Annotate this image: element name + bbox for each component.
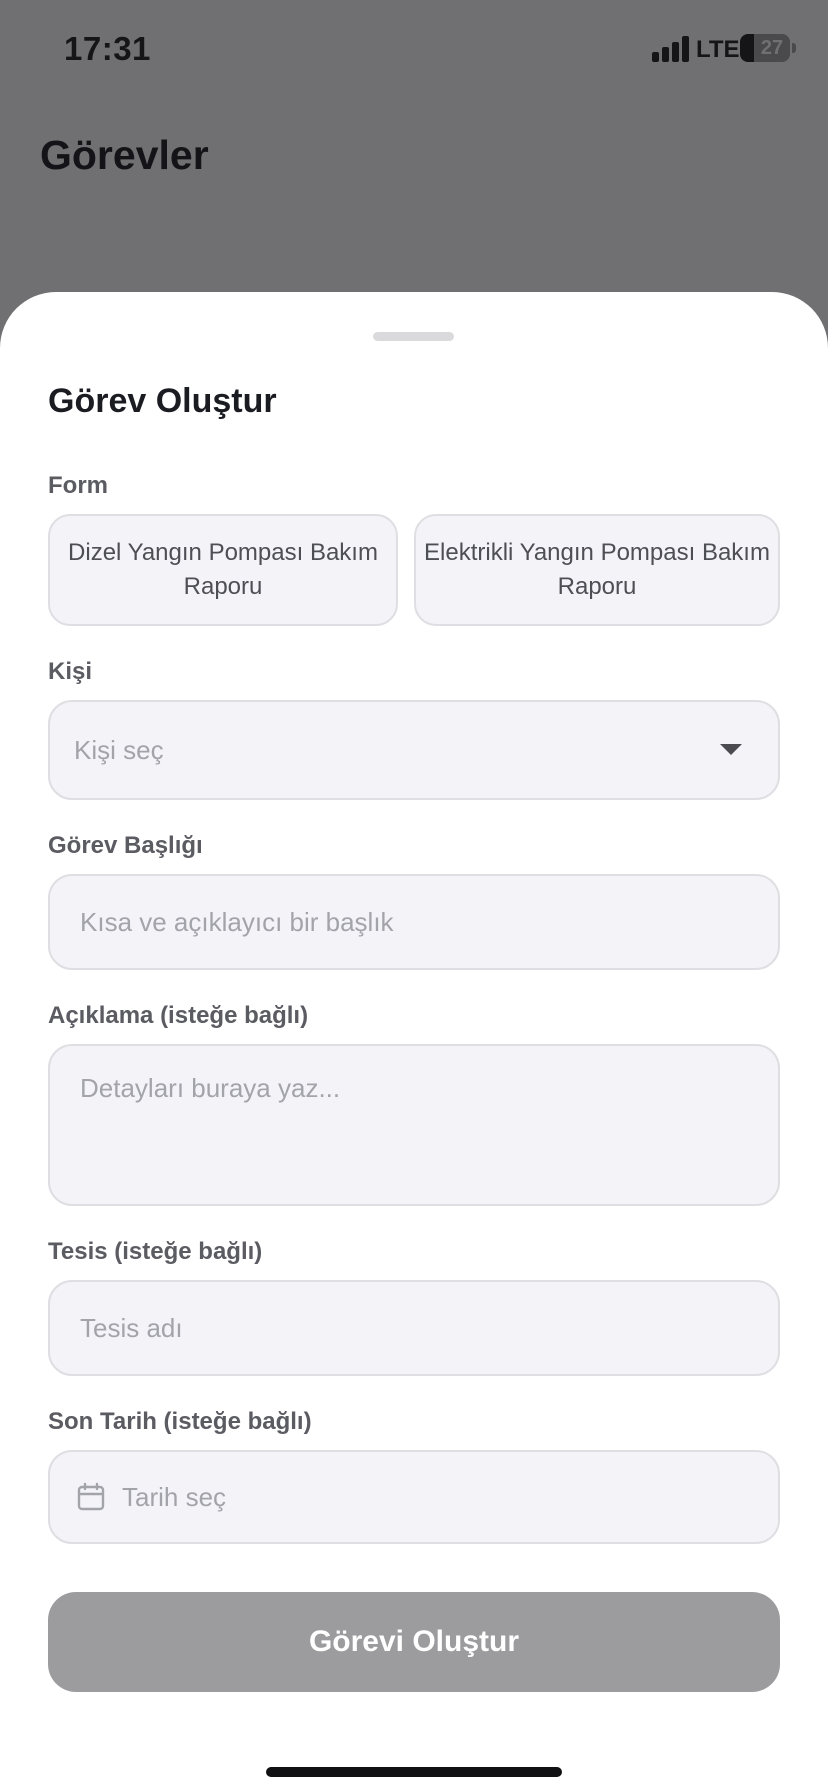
cellular-signal-icon	[652, 36, 690, 62]
task-title-label: Görev Başlığı	[48, 832, 203, 859]
form-option-electric[interactable]: Elektrikli Yangın Pompası Bakım Raporu	[414, 514, 780, 626]
task-title-input[interactable]: Kısa ve açıklayıcı bir başlık	[48, 874, 780, 970]
home-indicator	[266, 1767, 562, 1777]
create-task-button[interactable]: Görevi Oluştur	[48, 1592, 780, 1692]
due-date-label: Son Tarih (isteğe bağlı)	[48, 1408, 312, 1435]
network-type: LTE	[696, 36, 740, 63]
person-placeholder: Kişi seç	[74, 735, 164, 765]
page-title: Görevler	[40, 132, 209, 178]
form-option-diesel[interactable]: Dizel Yangın Pompası Bakım Raporu	[48, 514, 398, 626]
sheet-grabber[interactable]	[373, 332, 454, 341]
battery-level: 27	[760, 36, 784, 59]
facility-placeholder: Tesis adı	[80, 1313, 183, 1343]
form-option-label: Elektrikli Yangın Pompası Bakım Raporu	[424, 539, 770, 600]
form-option-label: Dizel Yangın Pompası Bakım Raporu	[68, 539, 378, 600]
battery-tip	[792, 43, 796, 53]
status-time: 17:31	[64, 30, 151, 67]
battery-icon: 27	[740, 34, 790, 62]
description-placeholder: Detayları buraya yaz...	[80, 1073, 341, 1103]
status-bar: 17:31 LTE 27	[0, 0, 828, 100]
facility-label: Tesis (isteğe bağlı)	[48, 1238, 263, 1265]
create-task-sheet: Görev Oluştur Form Dizel Yangın Pompası …	[0, 292, 828, 1792]
description-textarea[interactable]: Detayları buraya yaz...	[48, 1044, 780, 1206]
facility-input[interactable]: Tesis adı	[48, 1280, 780, 1376]
due-date-picker[interactable]: Tarih seç	[48, 1450, 780, 1544]
chevron-down-icon	[720, 744, 742, 755]
description-label: Açıklama (isteğe bağlı)	[48, 1002, 309, 1029]
person-label: Kişi	[48, 658, 93, 685]
due-date-placeholder: Tarih seç	[122, 1482, 227, 1512]
task-title-placeholder: Kısa ve açıklayıcı bir başlık	[80, 907, 394, 937]
person-select[interactable]: Kişi seç	[48, 700, 780, 800]
form-label: Form	[48, 472, 108, 499]
sheet-title: Görev Oluştur	[48, 382, 277, 420]
calendar-icon	[77, 1482, 105, 1511]
